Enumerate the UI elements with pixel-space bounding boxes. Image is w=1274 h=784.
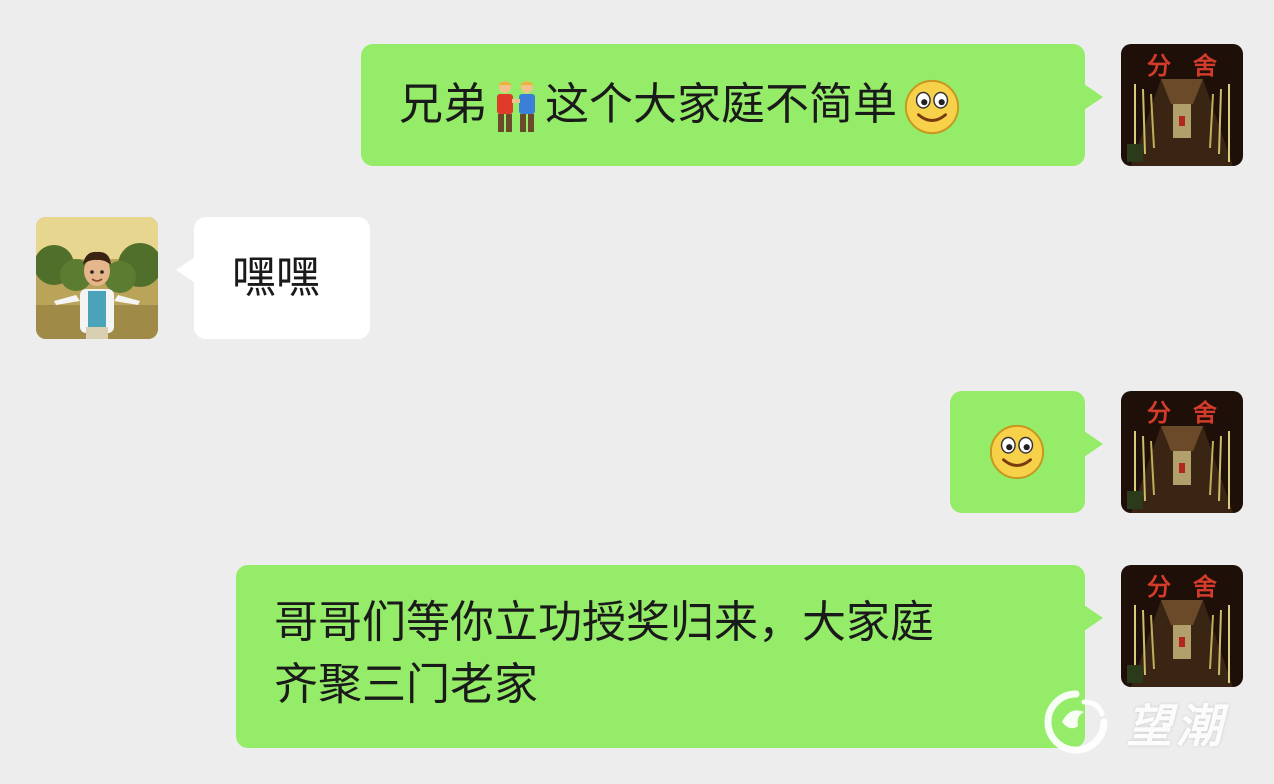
smile-emoji-icon [988, 423, 1046, 481]
wangchao-logo-icon [1040, 688, 1112, 754]
watermark-text: 望潮 [1126, 699, 1226, 753]
message-4-line-2: 齐聚三门老家 [274, 659, 538, 710]
watermark: 望潮 [1040, 688, 1260, 758]
self-avatar[interactable] [1121, 44, 1243, 166]
brothers-emoji-icon [491, 79, 541, 135]
message-1-text-after: 这个大家庭不简单 [545, 79, 897, 130]
message-bubble-3[interactable] [950, 391, 1103, 513]
message-bubble-4[interactable]: 哥哥们等你立功授奖归来，大家庭 齐聚三门老家 [236, 565, 1103, 748]
message-bubble-1[interactable]: 兄弟 这个大家庭不简单 [361, 44, 1103, 166]
message-1-text-before: 兄弟 [399, 79, 487, 130]
self-avatar[interactable] [1121, 565, 1243, 687]
self-avatar[interactable] [1121, 391, 1243, 513]
message-bubble-2[interactable]: 嘿嘿 [176, 217, 370, 339]
smile-emoji-icon [903, 78, 961, 136]
message-2-text: 嘿嘿 [232, 252, 320, 303]
message-4-line-1: 哥哥们等你立功授奖归来，大家庭 [274, 597, 934, 648]
friend-avatar[interactable] [36, 217, 158, 339]
